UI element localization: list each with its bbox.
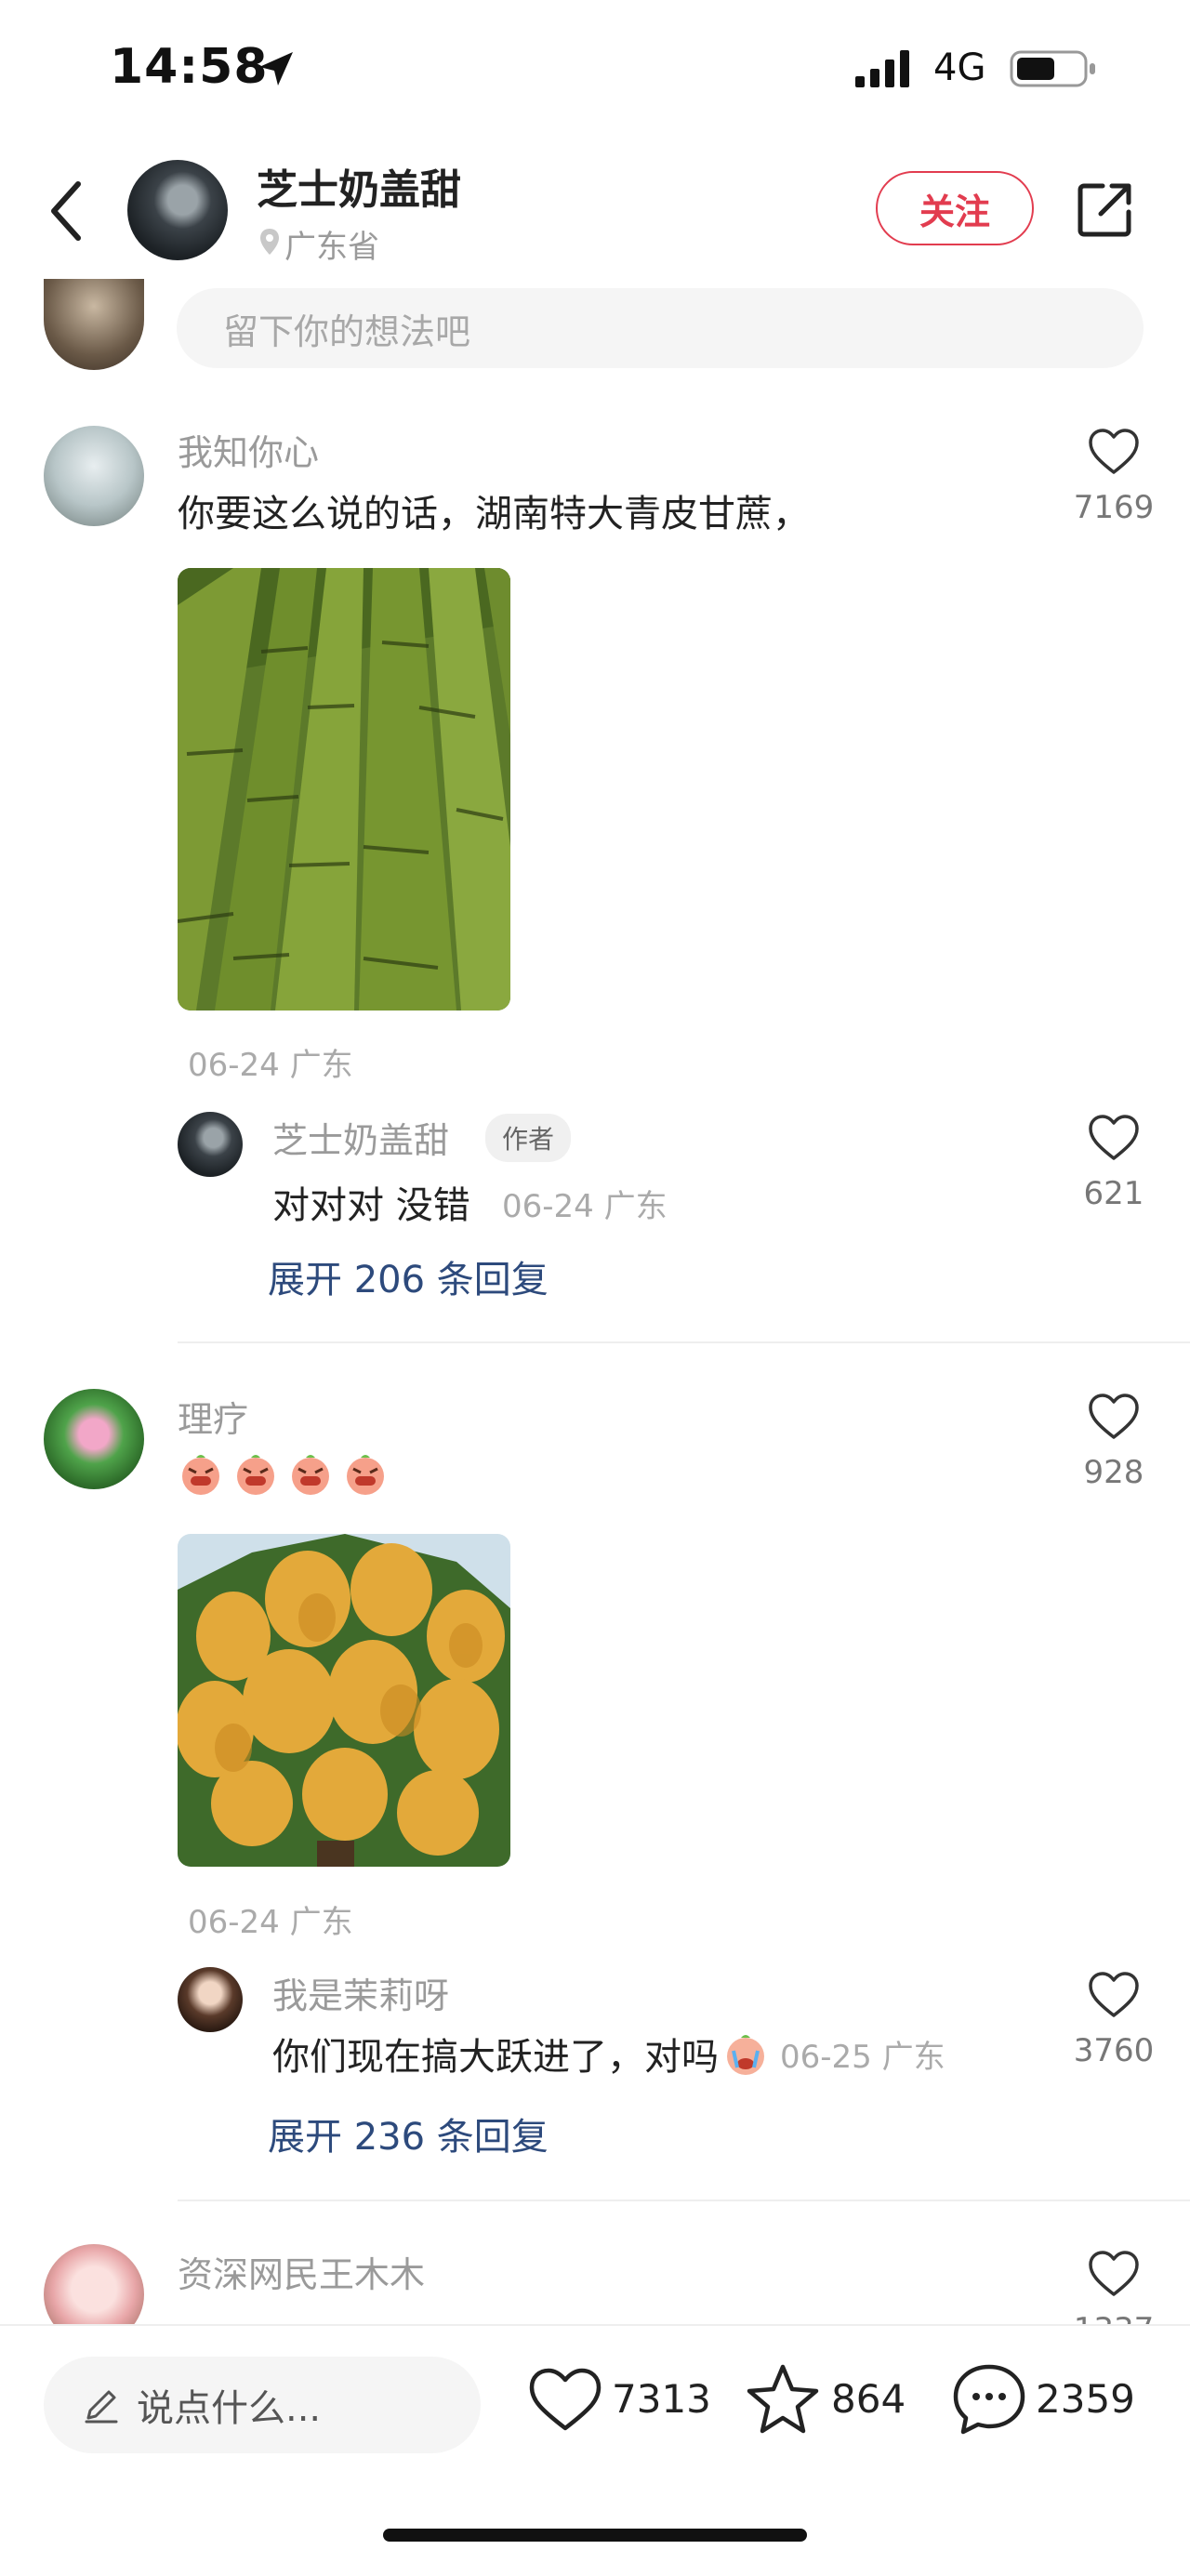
reply-text: 对对对 没错 [272,1184,470,1227]
author-tag: 作者 [485,1114,572,1162]
reply-avatar[interactable] [178,1112,243,1177]
like-count: 3760 [1073,2032,1155,2069]
divider [178,1341,1190,1343]
heart-icon[interactable] [1088,2250,1140,2298]
comment-image[interactable] [178,1534,510,1867]
angry-emoji-icon [237,1455,275,1495]
like-count: 7169 [1073,489,1155,526]
back-icon[interactable] [46,178,87,244]
network-type: 4G [933,46,986,89]
share-icon[interactable] [1075,180,1134,240]
author-location: 广东省 [284,229,379,266]
chat-bubble-icon[interactable] [952,2363,1026,2436]
crying-emoji-icon [727,2035,764,2075]
comment-image[interactable] [178,568,510,1011]
location-pin-icon [260,229,279,255]
commenter-name[interactable]: 理疗 [178,1391,248,1442]
comment-meta: 06-24 广东 [188,1047,353,1084]
like-total[interactable]: 7313 [612,2376,711,2422]
reply-line: 你们现在搞大跃进了，对吗 06-25 广东 [272,2027,945,2081]
heart-icon[interactable] [1088,1114,1140,1162]
expand-replies-link[interactable]: 展开 206 条回复 [268,1249,549,1303]
say-something-input[interactable]: 说点什么... [44,2357,481,2453]
reply-meta: 06-25 广东 [780,2038,945,2076]
follow-button[interactable]: 关注 [876,171,1034,245]
comment-text: 你要这么说的话，湖南特大青皮甘蔗， [178,493,810,535]
angry-emoji-icon [182,1455,219,1495]
heart-icon[interactable] [528,2367,602,2434]
pencil-icon [85,2390,118,2424]
location-arrow-icon [259,52,293,86]
expand-replies-link[interactable]: 展开 236 条回复 [268,2107,549,2160]
comment-input[interactable]: 留下你的想法吧 [177,288,1144,368]
say-something-placeholder: 说点什么... [137,2387,322,2430]
heart-icon[interactable] [1088,1393,1140,1441]
status-time: 14:58 [110,39,269,95]
comment-meta: 06-24 广东 [188,1904,353,1941]
reply-meta: 06-24 广东 [502,1188,668,1225]
home-indicator[interactable] [383,2529,807,2542]
author-avatar[interactable] [127,160,228,260]
commenter-avatar[interactable] [44,426,144,526]
heart-icon[interactable] [1088,428,1140,476]
star-icon[interactable] [746,2363,820,2436]
reply-name[interactable]: 我是茉莉呀 [272,1967,449,2018]
reply-avatar[interactable] [178,1967,243,2032]
author-name[interactable]: 芝士奶盖甜 [257,156,461,216]
reply-name[interactable]: 芝士奶盖甜 [272,1112,449,1163]
like-count: 928 [1083,1454,1144,1491]
angry-emoji-icon [347,1455,385,1495]
like-count: 621 [1083,1175,1144,1212]
commenter-name[interactable]: 资深网民王木木 [178,2246,425,2297]
commenter-avatar[interactable] [44,1389,144,1489]
favorite-total[interactable]: 864 [831,2376,906,2422]
reply-text: 你们现在搞大跃进了，对吗 [272,2036,719,2079]
comment-total[interactable]: 2359 [1036,2376,1135,2422]
heart-icon[interactable] [1088,1971,1140,2019]
emoji-row [178,1450,389,1500]
signal-icon [855,50,909,87]
divider [178,2200,1190,2201]
battery-icon [1010,50,1095,87]
my-avatar [44,279,144,370]
commenter-name[interactable]: 我知你心 [178,424,319,475]
angry-emoji-icon [292,1455,330,1495]
